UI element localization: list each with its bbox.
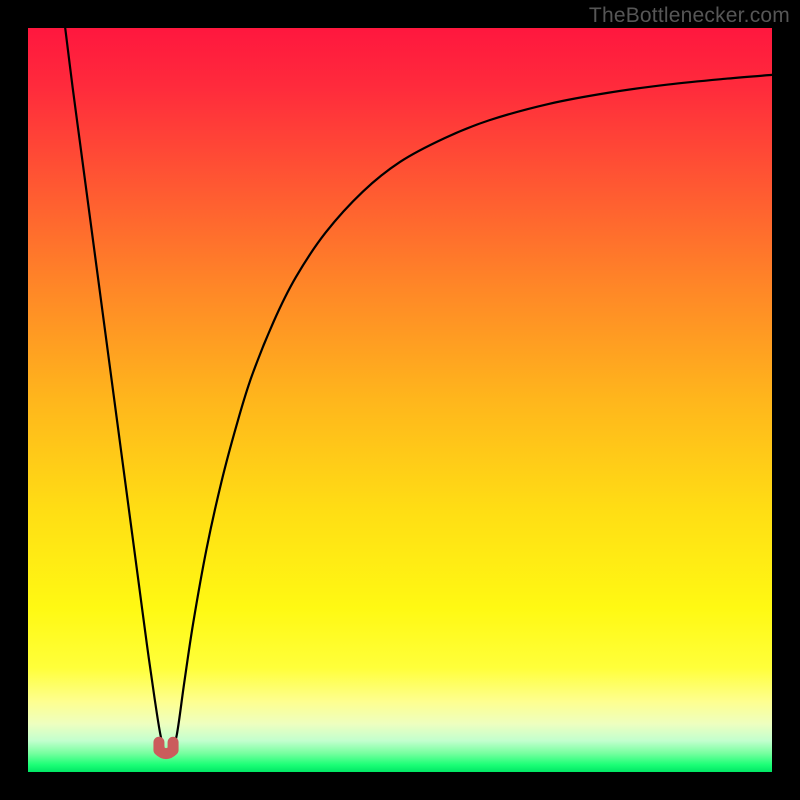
- watermark-text: TheBottlenecker.com: [589, 4, 790, 28]
- optimal-point-marker: [159, 742, 173, 753]
- curve-layer: [28, 28, 772, 772]
- plot-area: [28, 28, 772, 772]
- chart-frame: TheBottlenecker.com: [0, 0, 800, 800]
- bottleneck-curve: [65, 28, 772, 756]
